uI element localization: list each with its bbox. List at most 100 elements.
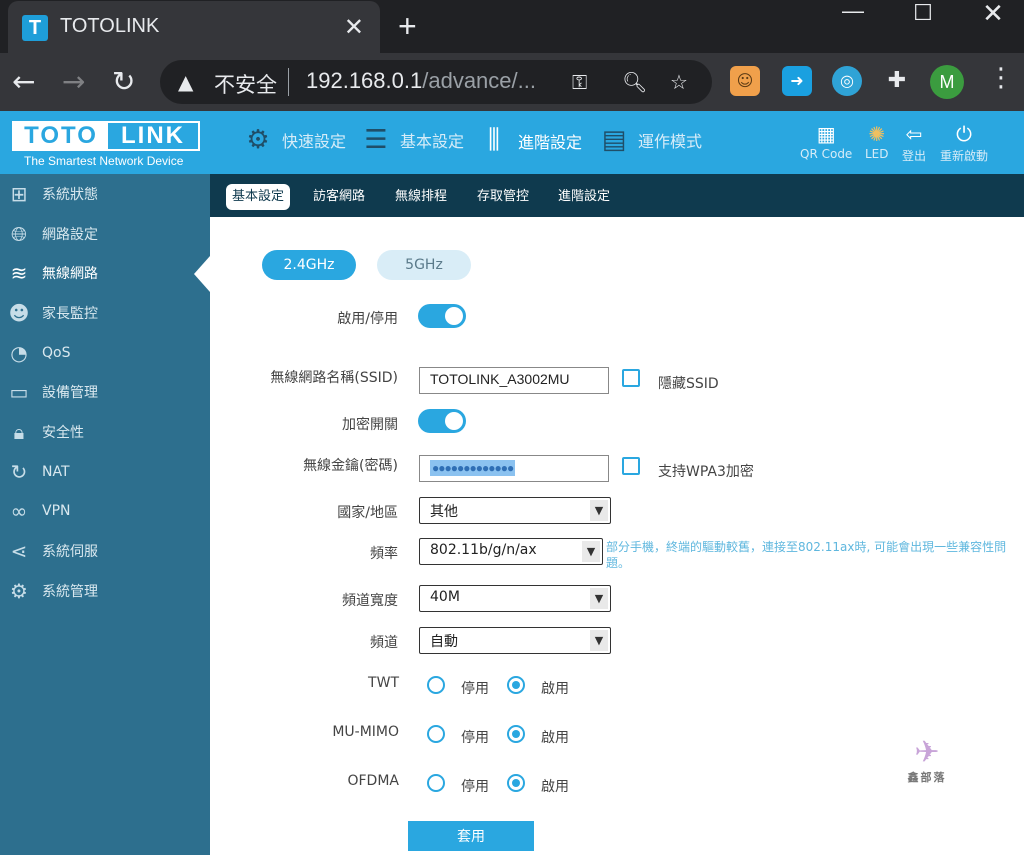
- sidebar-item-label: 系統伺服: [42, 544, 98, 560]
- topnav-operation-mode[interactable]: ▤ 運作模式: [598, 125, 702, 155]
- led-icon: ✺: [868, 122, 886, 146]
- channel-label: 頻道: [370, 635, 398, 651]
- mu-mimo-enable-label: 啟用: [541, 730, 569, 746]
- wifi-icon: ≋: [10, 261, 28, 285]
- key-icon[interactable]: ⚿: [572, 70, 587, 94]
- warning-icon[interactable]: ▲: [178, 70, 193, 94]
- sidebar-item-security[interactable]: 🔒︎ 安全性: [0, 412, 210, 452]
- subtab-access-control[interactable]: 存取管控: [471, 184, 535, 210]
- band-tab-2-4ghz[interactable]: 2.4GHz: [262, 250, 356, 280]
- extension-3-icon[interactable]: ◎: [832, 66, 862, 96]
- encryption-toggle[interactable]: [418, 409, 466, 433]
- country-label: 國家/地區: [337, 505, 398, 521]
- zoom-icon[interactable]: 🔍︎: [622, 70, 647, 94]
- browser-tab[interactable]: T TOTOLINK ✕: [8, 1, 380, 53]
- wpa3-checkbox[interactable]: [622, 457, 640, 475]
- wireless-key-input[interactable]: ●●●●●●●●●●●●●: [419, 455, 609, 482]
- sidebar-item-admin[interactable]: ⚙ 系統管理: [0, 571, 210, 611]
- sidebar-item-nat[interactable]: ↻ NAT: [0, 452, 210, 492]
- tab-close-icon[interactable]: ✕: [344, 13, 364, 42]
- subtab-basic[interactable]: 基本設定: [226, 184, 291, 210]
- bookmark-star-icon[interactable]: ☆: [670, 70, 688, 94]
- list-icon: ☰: [364, 125, 388, 155]
- twt-disable-radio[interactable]: [427, 676, 445, 694]
- new-tab-button[interactable]: +: [398, 8, 417, 45]
- tool-label: 重新啟動: [940, 149, 989, 163]
- topnav-label: 運作模式: [638, 132, 703, 151]
- ofdma-disable-radio[interactable]: [427, 774, 445, 792]
- sidebar-item-wireless[interactable]: ≋ 無線網路: [0, 253, 210, 293]
- ssid-input[interactable]: TOTOLINK_A3002MU: [419, 367, 609, 394]
- ofdma-enable-radio[interactable]: [507, 774, 525, 792]
- sidebar-item-label: 系統狀態: [42, 187, 98, 203]
- topnav-label: 進階設定: [518, 132, 583, 152]
- sidebar-item-devices[interactable]: ▭ 設備管理: [0, 372, 210, 412]
- logout-button[interactable]: ⇦ 登出: [902, 121, 926, 164]
- extension-2-icon[interactable]: ➜: [782, 66, 812, 96]
- profile-avatar[interactable]: M: [930, 65, 964, 99]
- sidebar-item-label: 系統管理: [42, 584, 98, 600]
- extension-1-icon[interactable]: ☺: [730, 66, 760, 96]
- qr-code-icon: ▦: [816, 122, 836, 146]
- forward-arrow-icon[interactable]: →: [62, 65, 85, 98]
- router-header: TOTO LINK The Smartest Network Device ⚙ …: [0, 111, 1024, 174]
- subtab-guest[interactable]: 訪客網路: [307, 184, 371, 210]
- gauge-icon: ◔: [10, 341, 28, 365]
- reload-icon[interactable]: ↻: [112, 65, 135, 98]
- sidebar-item-network[interactable]: 🌐︎ 網路設定: [0, 214, 210, 254]
- insecure-label[interactable]: 不安全: [214, 69, 277, 99]
- topnav-advanced-setup[interactable]: ⫼ 進階設定: [478, 125, 582, 156]
- twt-enable-label: 啟用: [541, 681, 569, 697]
- band-tab-5ghz[interactable]: 5GHz: [377, 250, 471, 280]
- country-select[interactable]: 其他 ▼: [419, 497, 611, 524]
- sidebar-item-label: QoS: [42, 345, 71, 361]
- watermark-text: 鑫部落: [907, 771, 947, 784]
- globe-icon: 🌐︎: [11, 222, 27, 246]
- logo-left: TOTO: [14, 123, 108, 149]
- channel-select[interactable]: 自動 ▼: [419, 627, 611, 654]
- apply-button[interactable]: 套用: [408, 821, 534, 851]
- bandwidth-label: 頻道寬度: [342, 593, 398, 609]
- subtab-advanced[interactable]: 進階設定: [552, 184, 616, 210]
- mode-select[interactable]: 802.11b/g/n/ax ▼: [419, 538, 603, 565]
- mode-value: 802.11b/g/n/ax: [430, 542, 537, 558]
- sidebar-item-label: 網路設定: [42, 227, 98, 243]
- twt-enable-radio[interactable]: [507, 676, 525, 694]
- sidebar-item-vpn[interactable]: ∞ VPN: [0, 491, 210, 531]
- address-bar[interactable]: ▲ 不安全 192.168.0.1/advance/... ⚿ 🔍︎ ☆: [160, 60, 712, 104]
- window-close-button[interactable]: ✕: [958, 0, 1024, 28]
- mu-mimo-enable-radio[interactable]: [507, 725, 525, 743]
- back-arrow-icon[interactable]: ←: [12, 65, 35, 98]
- sidebar-item-label: 安全性: [42, 425, 84, 441]
- power-icon: ⏻: [956, 122, 972, 146]
- extensions-puzzle-icon[interactable]: ✚: [882, 66, 912, 96]
- topnav-basic-setup[interactable]: ☰ 基本設定: [360, 125, 464, 155]
- sidebar-item-label: VPN: [42, 503, 71, 519]
- subtab-schedule[interactable]: 無線排程: [389, 184, 453, 210]
- mu-mimo-disable-radio[interactable]: [427, 725, 445, 743]
- led-button[interactable]: ✺ LED: [865, 121, 889, 161]
- window-minimize-button[interactable]: —: [818, 0, 888, 26]
- sidebar-item-parental[interactable]: ☻ 家長監控: [0, 293, 210, 333]
- url-path: /advance/...: [422, 68, 536, 93]
- ssid-label: 無線網路名稱(SSID): [270, 370, 398, 386]
- paper-plane-icon: ✈: [914, 735, 940, 770]
- browser-menu-icon[interactable]: ⋮: [988, 63, 1014, 93]
- ofdma-enable-label: 啟用: [541, 779, 569, 795]
- address-separator: [288, 68, 289, 96]
- totolink-logo[interactable]: TOTO LINK: [12, 121, 200, 151]
- window-maximize-button[interactable]: ☐: [888, 0, 958, 28]
- reboot-button[interactable]: ⏻ 重新啟動: [940, 121, 988, 164]
- topnav-quick-setup[interactable]: ⚙ 快速設定: [242, 125, 346, 155]
- hide-ssid-checkbox[interactable]: [622, 369, 640, 387]
- bandwidth-select[interactable]: 40M ▼: [419, 585, 611, 612]
- sidebar-item-label: 家長監控: [42, 306, 98, 322]
- tab-favicon-icon: T: [22, 15, 48, 41]
- sidebar-item-system-status[interactable]: ⊞ 系統狀態: [0, 174, 210, 214]
- sidebar-item-services[interactable]: ⋖ 系統伺服: [0, 531, 210, 571]
- sidebar-item-qos[interactable]: ◔ QoS: [0, 333, 210, 373]
- qr-code-button[interactable]: ▦ QR Code: [800, 121, 852, 161]
- url-text[interactable]: 192.168.0.1/advance/...: [306, 68, 536, 94]
- chevron-down-icon: ▼: [590, 630, 608, 651]
- wireless-enable-toggle[interactable]: [418, 304, 466, 328]
